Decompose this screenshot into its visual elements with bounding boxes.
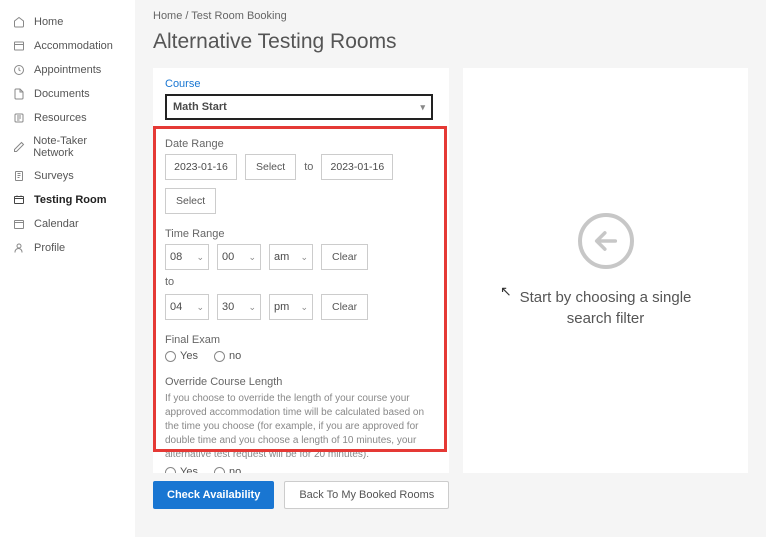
chevron-down-icon: ⌄: [300, 252, 308, 263]
resources-icon: [12, 111, 26, 125]
final-exam-label: Final Exam: [165, 334, 437, 346]
sidebar-item-label: Accommodation: [34, 40, 113, 52]
sidebar-item-label: Surveys: [34, 170, 74, 182]
sidebar-item-profile[interactable]: Profile: [0, 236, 135, 260]
sidebar-item-label: Note-Taker Network: [33, 135, 125, 159]
course-value: Math Start: [173, 101, 227, 113]
sidebar-item-label: Testing Room: [34, 194, 107, 206]
chevron-down-icon: ▾: [420, 102, 425, 113]
time-from-min-select[interactable]: 00⌄: [217, 244, 261, 270]
arrow-left-icon: [578, 213, 634, 269]
date-to-input[interactable]: 2023-01-16: [321, 154, 393, 180]
sidebar-item-documents[interactable]: Documents: [0, 82, 135, 106]
override-length-label: Override Course Length: [165, 376, 437, 388]
page-title: Alternative Testing Rooms: [153, 30, 748, 54]
sidebar-item-home[interactable]: Home: [0, 10, 135, 34]
sidebar: Home Accommodation Appointments Document…: [0, 0, 135, 537]
sidebar-item-label: Documents: [34, 88, 90, 100]
chevron-down-icon: ⌄: [300, 302, 308, 313]
chevron-down-icon: ⌄: [248, 302, 256, 313]
check-availability-button[interactable]: Check Availability: [153, 481, 274, 509]
sidebar-item-label: Home: [34, 16, 63, 28]
time-from-hour-select[interactable]: 08⌄: [165, 244, 209, 270]
documents-icon: [12, 87, 26, 101]
course-label[interactable]: Course: [165, 78, 437, 90]
time-to-clear-button[interactable]: Clear: [321, 294, 368, 320]
testing-room-icon: [12, 193, 26, 207]
accommodation-icon: [12, 39, 26, 53]
calendar-icon: [12, 217, 26, 231]
date-from-select-button[interactable]: Select: [245, 154, 296, 180]
sidebar-item-resources[interactable]: Resources: [0, 106, 135, 130]
notetaker-icon: [12, 140, 25, 154]
chevron-down-icon: ⌄: [196, 302, 204, 313]
sidebar-item-label: Resources: [34, 112, 87, 124]
final-exam-no-radio[interactable]: no: [214, 350, 241, 362]
time-to-hour-select[interactable]: 04⌄: [165, 294, 209, 320]
time-to-min-select[interactable]: 30⌄: [217, 294, 261, 320]
sidebar-item-calendar[interactable]: Calendar: [0, 212, 135, 236]
search-form-panel: Course Math Start ▾ Date Range 2023-01-1…: [153, 68, 449, 473]
chevron-down-icon: ⌄: [248, 252, 256, 263]
main-content: Home / Test Room Booking Alternative Tes…: [135, 0, 766, 537]
sidebar-item-appointments[interactable]: Appointments: [0, 58, 135, 82]
course-select[interactable]: Math Start ▾: [165, 94, 433, 120]
time-range-to-text: to: [165, 276, 437, 288]
sidebar-item-label: Profile: [34, 242, 65, 254]
sidebar-item-accommodation[interactable]: Accommodation: [0, 34, 135, 58]
override-length-help: If you choose to override the length of …: [165, 392, 437, 462]
back-to-booked-rooms-button[interactable]: Back To My Booked Rooms: [284, 481, 449, 509]
date-to-select-button[interactable]: Select: [165, 188, 216, 214]
final-exam-yes-radio[interactable]: Yes: [165, 350, 198, 362]
home-icon: [12, 15, 26, 29]
sidebar-item-surveys[interactable]: Surveys: [0, 164, 135, 188]
date-range-label: Date Range: [165, 138, 437, 150]
date-range-to-text: to: [304, 161, 313, 173]
placeholder-message: Start by choosing a single search filter: [516, 287, 696, 329]
sidebar-item-notetaker[interactable]: Note-Taker Network: [0, 130, 135, 164]
sidebar-item-label: Appointments: [34, 64, 101, 76]
appointments-icon: [12, 63, 26, 77]
override-yes-radio[interactable]: Yes: [165, 466, 198, 473]
results-placeholder-panel: Start by choosing a single search filter: [463, 68, 748, 473]
surveys-icon: [12, 169, 26, 183]
time-from-clear-button[interactable]: Clear: [321, 244, 368, 270]
override-no-radio[interactable]: no: [214, 466, 241, 473]
sidebar-item-testing-room[interactable]: Testing Room: [0, 188, 135, 212]
time-from-ampm-select[interactable]: am⌄: [269, 244, 313, 270]
date-from-input[interactable]: 2023-01-16: [165, 154, 237, 180]
chevron-down-icon: ⌄: [196, 252, 204, 263]
time-to-ampm-select[interactable]: pm⌄: [269, 294, 313, 320]
sidebar-item-label: Calendar: [34, 218, 79, 230]
time-range-label: Time Range: [165, 228, 437, 240]
breadcrumb[interactable]: Home / Test Room Booking: [153, 10, 748, 22]
profile-icon: [12, 241, 26, 255]
